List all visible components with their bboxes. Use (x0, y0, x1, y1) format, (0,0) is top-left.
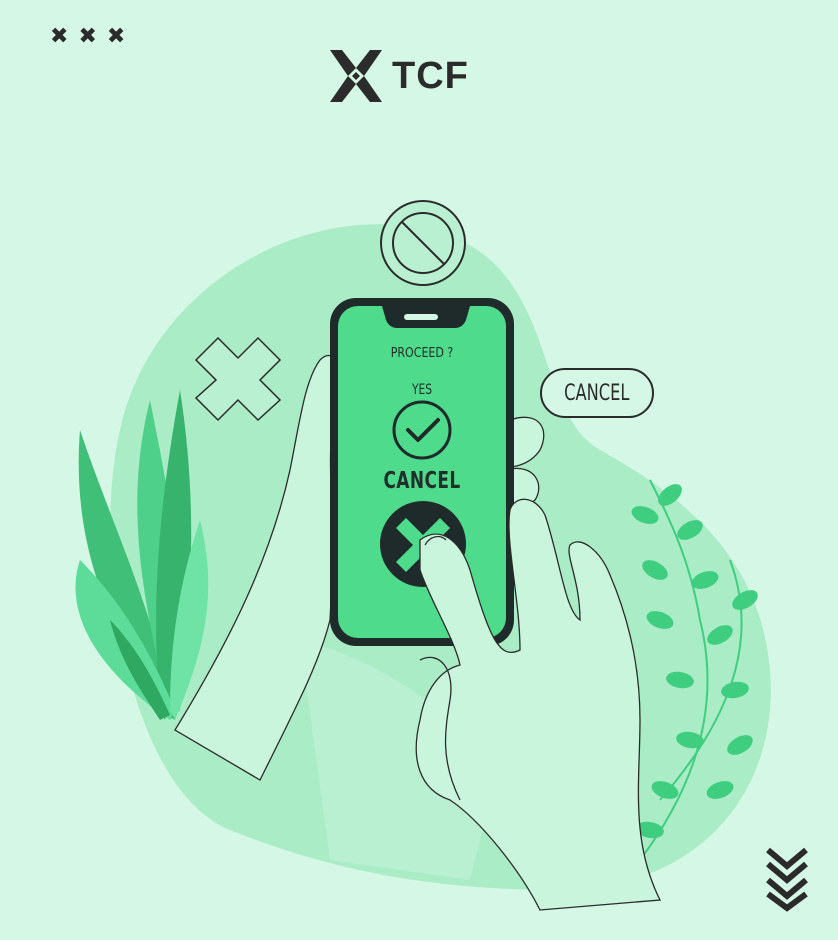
prohibited-icon (380, 200, 466, 286)
proceed-prompt: PROCEED ? (390, 346, 454, 361)
cancel-pill-button[interactable]: CANCEL (540, 368, 654, 418)
cancel-pill-label: CANCEL (564, 380, 630, 406)
cancel-label[interactable]: CANCEL (381, 468, 463, 494)
double-chevron-down-icon[interactable] (764, 846, 810, 912)
yes-label[interactable]: YES (397, 382, 448, 398)
